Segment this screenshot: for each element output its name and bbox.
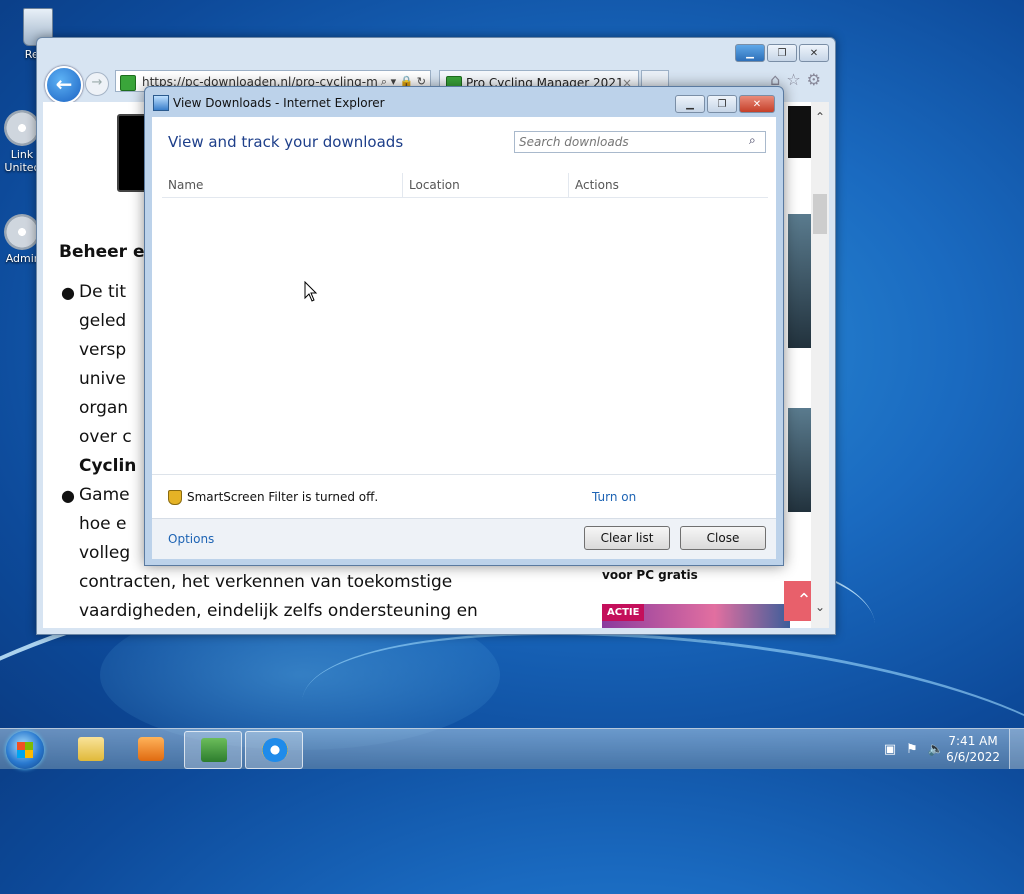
view-downloads-dialog: View Downloads - Internet Explorer ▁ ❐ ✕… — [144, 86, 784, 566]
smartscreen-bar: SmartScreen Filter is turned off. Turn o… — [152, 474, 776, 519]
taskbar-ie-button[interactable] — [245, 731, 303, 769]
turn-on-link[interactable]: Turn on — [592, 490, 636, 504]
volume-icon[interactable]: 🔈 — [928, 742, 944, 757]
bullet-dot: ● — [61, 283, 75, 302]
folder-icon — [78, 737, 104, 761]
back-to-top-button[interactable]: ⌃ — [784, 581, 811, 621]
gear-icon[interactable]: ⚙ — [807, 70, 821, 89]
maximize-button[interactable]: ❐ — [767, 44, 797, 62]
internet-explorer-icon — [262, 738, 288, 762]
dialog-body: View and track your downloads ⌕ Name Loc… — [152, 117, 776, 559]
start-button[interactable] — [6, 731, 44, 769]
minimize-button[interactable]: ▁ — [735, 44, 765, 62]
dialog-minimize-button[interactable]: ▁ — [675, 95, 705, 113]
app-flag-icon — [201, 738, 227, 762]
sidebar-image[interactable] — [788, 214, 811, 348]
taskbar: ▣ ⚑ 🔈 7:41 AM 6/6/2022 — [0, 728, 1024, 769]
scroll-down-icon[interactable]: ⌄ — [813, 600, 827, 614]
search-icon[interactable]: ⌕ — [749, 134, 761, 146]
taskbar-app-button[interactable] — [184, 731, 242, 769]
bullet-2-line: vaardigheden, eindelijk zelfs ondersteun… — [79, 601, 478, 621]
forward-button[interactable]: → — [85, 72, 109, 96]
column-location[interactable]: Location — [402, 173, 569, 197]
windows-logo-icon — [17, 742, 33, 758]
column-name[interactable]: Name — [162, 173, 404, 197]
scroll-thumb[interactable] — [813, 194, 827, 234]
options-link[interactable]: Options — [168, 532, 214, 546]
dialog-window-controls: ▁ ❐ ✕ — [675, 95, 775, 113]
disc-icon — [4, 214, 40, 250]
dialog-maximize-button[interactable]: ❐ — [707, 95, 737, 113]
bullet-2-line: contracten, het verkennen van toekomstig… — [79, 572, 453, 592]
clock-time: 7:41 AM — [948, 734, 998, 748]
downloads-column-headers: Name Location Actions — [162, 173, 768, 198]
dialog-close-x-button[interactable]: ✕ — [739, 95, 775, 113]
favorites-star-icon[interactable]: ☆ — [786, 70, 800, 89]
close-button[interactable]: ✕ — [799, 44, 829, 62]
network-icon[interactable]: ▣ — [884, 742, 896, 757]
column-actions[interactable]: Actions — [568, 173, 769, 197]
taskbar-media-player-button[interactable] — [122, 731, 178, 767]
system-tray: ▣ ⚑ 🔈 — [884, 742, 944, 757]
search-downloads-input[interactable] — [514, 131, 766, 153]
downloads-heading: View and track your downloads — [168, 133, 404, 151]
section-heading: Beheer en — [59, 242, 157, 262]
dialog-title: View Downloads - Internet Explorer — [173, 96, 385, 110]
close-button[interactable]: Close — [680, 526, 766, 550]
clock[interactable]: 7:41 AM 6/6/2022 — [946, 733, 1000, 765]
back-button[interactable]: ← — [45, 66, 83, 104]
site-favicon-icon — [120, 75, 136, 91]
page-scrollbar[interactable]: ⌃ ⌄ — [811, 102, 829, 628]
actie-badge: ACTIE — [602, 604, 645, 621]
scroll-up-icon[interactable]: ⌃ — [813, 110, 827, 124]
clear-list-button[interactable]: Clear list — [584, 526, 670, 550]
taskbar-explorer-button[interactable] — [62, 731, 118, 767]
smartscreen-status: SmartScreen Filter is turned off. — [187, 490, 379, 504]
clock-date: 6/6/2022 — [946, 750, 1000, 764]
downloads-list[interactable] — [162, 199, 768, 469]
media-player-icon — [138, 737, 164, 761]
window-controls: ▁ ❐ ✕ — [735, 44, 829, 62]
sidebar-image[interactable] — [788, 106, 811, 158]
sidebar-image[interactable] — [788, 408, 811, 512]
downloads-window-icon — [153, 95, 169, 111]
disc-icon — [4, 110, 40, 146]
action-center-flag-icon[interactable]: ⚑ — [906, 742, 918, 757]
bullet-dot: ● — [61, 486, 75, 505]
sidebar-caption[interactable]: voor PC gratis — [602, 568, 698, 582]
dialog-footer: Options Clear list Close — [152, 518, 776, 559]
promo-banner[interactable]: ACTIE — [602, 604, 790, 628]
show-desktop-button[interactable] — [1009, 729, 1024, 769]
shield-warning-icon — [168, 490, 182, 505]
